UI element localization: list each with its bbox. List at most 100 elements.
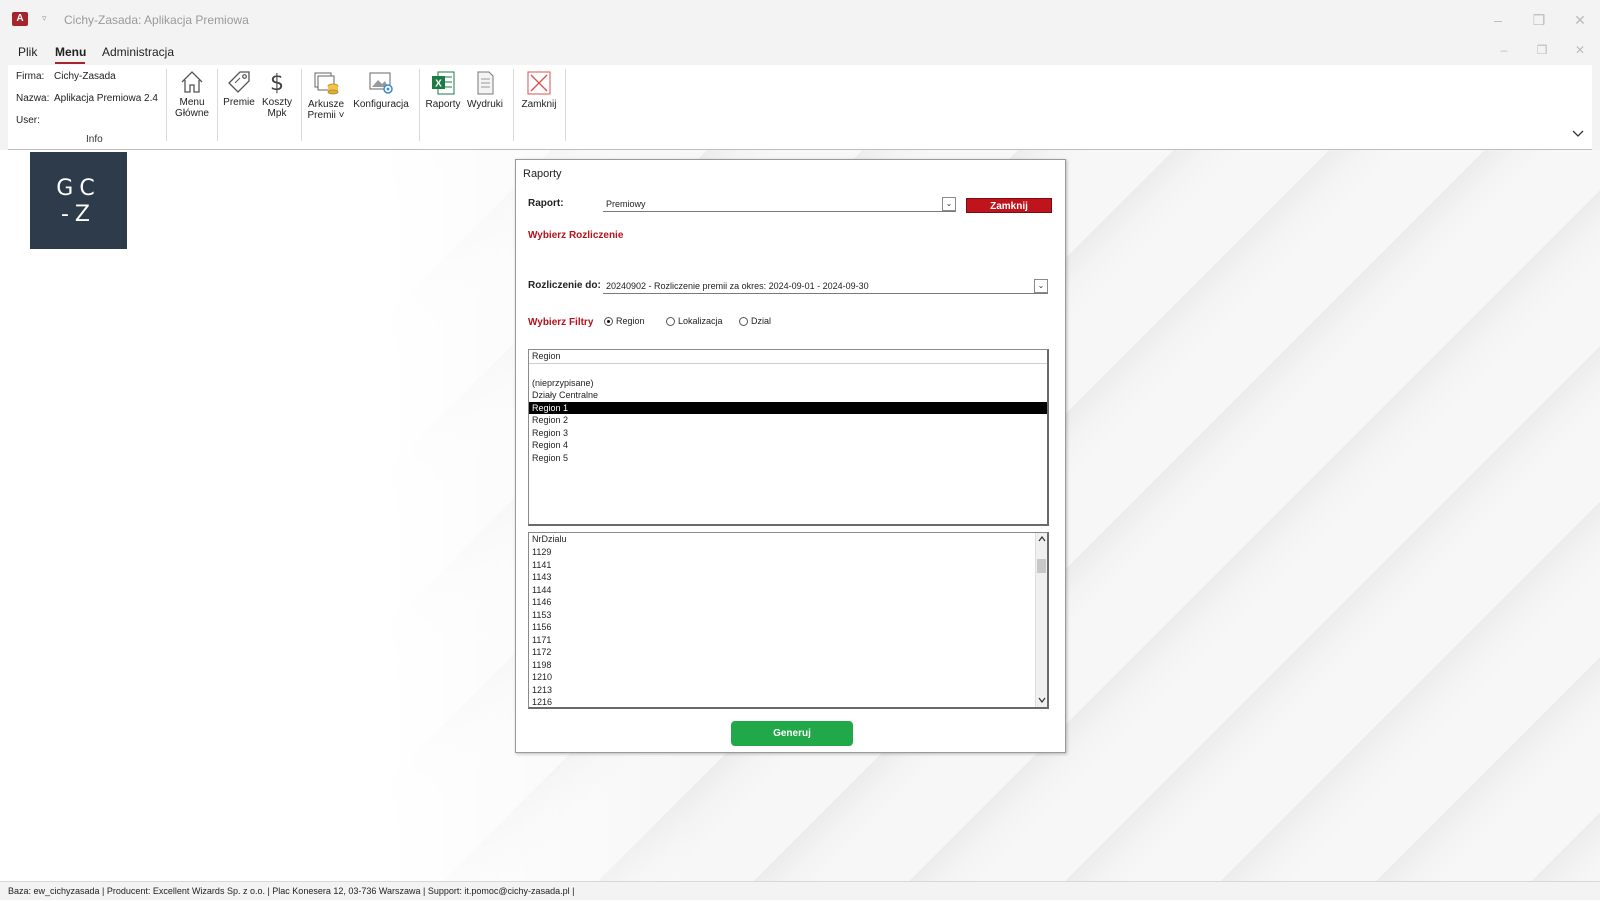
nrdzialu-scrollbar[interactable]: [1035, 533, 1047, 707]
wydruki-label: Wydruki: [466, 99, 504, 110]
document-minimize-button[interactable]: –: [1494, 43, 1514, 61]
window-restore-button[interactable]: ❒: [1529, 10, 1549, 30]
dialog-title: Raporty: [523, 168, 562, 180]
collapse-ribbon-chevron-icon[interactable]: [1572, 127, 1584, 141]
radio-lokalizacja[interactable]: Lokalizacja: [666, 316, 723, 326]
zamknij-ribbon-button[interactable]: Zamknij: [518, 69, 560, 110]
nrdzialu-listbox[interactable]: NrDzialu 1129 1141 1143 1144 1146 1153 1…: [528, 532, 1049, 709]
document-restore-button[interactable]: ❒: [1532, 43, 1552, 61]
list-item[interactable]: (nieprzypisane): [529, 377, 1047, 390]
ribbon-separator: [217, 69, 218, 141]
list-item[interactable]: Region 5: [529, 452, 1047, 465]
scroll-down-arrow-icon[interactable]: [1036, 695, 1047, 706]
document-close-button[interactable]: ✕: [1570, 43, 1590, 61]
list-item[interactable]: Region 2: [529, 414, 1047, 427]
ribbon-separator: [419, 69, 420, 141]
menu-item-administracja[interactable]: Administracja: [102, 45, 174, 59]
list-item[interactable]: 1216: [529, 696, 1047, 707]
konfiguracja-button[interactable]: Konfiguracja: [352, 69, 410, 110]
raport-combobox[interactable]: Premiowy ⌄: [603, 197, 956, 212]
scrollbar-thumb[interactable]: [1037, 559, 1046, 573]
list-item[interactable]: 1172: [529, 646, 1047, 659]
generuj-button[interactable]: Generuj: [731, 721, 853, 746]
ribbon: Firma: Cichy-Zasada Nazwa: Aplikacja Pre…: [8, 65, 1592, 150]
raporty-dialog: Raporty Raport: Premiowy ⌄ Zamknij Wybie…: [515, 159, 1066, 753]
zamknij-ribbon-label: Zamknij: [521, 99, 557, 110]
list-item-selected[interactable]: Region 1: [529, 401, 1047, 414]
list-item[interactable]: 1144: [529, 584, 1047, 597]
radio-selected-icon: [604, 317, 613, 326]
menu-item-plik[interactable]: Plik: [18, 45, 37, 59]
list-item[interactable]: Region 3: [529, 427, 1047, 440]
rozliczenie-dropdown-arrow-icon[interactable]: ⌄: [1034, 279, 1048, 293]
tag-icon: [228, 71, 250, 93]
zamknij-dialog-button[interactable]: Zamknij: [966, 198, 1052, 213]
raport-dropdown-arrow-icon[interactable]: ⌄: [942, 197, 956, 211]
access-app-icon[interactable]: A: [12, 12, 28, 26]
raporty-label: Raporty: [425, 99, 461, 110]
arkusze-premii-button[interactable]: Arkusze Premii ˅: [306, 69, 346, 121]
region-listbox[interactable]: Region (nieprzypisane) Działy Centralne …: [528, 349, 1049, 526]
logo-line-1: GC: [56, 176, 101, 201]
ribbon-separator: [166, 69, 167, 141]
info-group-caption: Info: [86, 134, 103, 145]
list-item[interactable]: 1198: [529, 659, 1047, 672]
ribbon-separator: [301, 69, 302, 141]
scroll-up-arrow-icon[interactable]: [1036, 534, 1047, 545]
nazwa-label: Nazwa:: [16, 93, 50, 104]
status-bar: Baza: ew_cichyzasada | Producent: Excell…: [0, 881, 1600, 900]
company-logo: GC -Z: [30, 152, 127, 249]
window-minimize-button[interactable]: –: [1488, 10, 1508, 30]
database-sheets-icon: [314, 72, 339, 95]
firma-label: Firma:: [16, 71, 45, 82]
list-item[interactable]: 1146: [529, 596, 1047, 609]
premie-label: Premie: [223, 97, 255, 108]
list-item[interactable]: 1141: [529, 559, 1047, 572]
menu-glowne-button[interactable]: Menu Główne: [172, 69, 212, 119]
radio-region[interactable]: Region: [604, 316, 645, 326]
koszty-mpk-label: Koszty Mpk: [261, 97, 292, 119]
list-item[interactable]: 1156: [529, 621, 1047, 634]
svg-text:$: $: [270, 71, 284, 95]
menu-bar: Plik Menu Administracja: [0, 40, 1600, 65]
list-item[interactable]: 1210: [529, 671, 1047, 684]
raport-label: Raport:: [528, 198, 564, 209]
arkusze-premii-label: Arkusze Premii ˅: [307, 99, 345, 121]
list-item[interactable]: 1143: [529, 571, 1047, 584]
list-item[interactable]: 1129: [529, 546, 1047, 559]
wydruki-button[interactable]: Wydruki: [466, 69, 504, 110]
konfiguracja-label: Konfiguracja: [353, 99, 409, 110]
list-item[interactable]: 1213: [529, 684, 1047, 697]
quick-access-dropdown-icon[interactable]: ▿: [42, 13, 47, 24]
list-item[interactable]: Region 4: [529, 439, 1047, 452]
image-settings-icon: [369, 72, 393, 94]
list-item[interactable]: [529, 364, 1047, 377]
window-title: Cichy-Zasada: Aplikacja Premiowa: [64, 13, 249, 27]
rozliczenie-label: Rozliczenie do:: [528, 280, 601, 291]
list-item[interactable]: Działy Centralne: [529, 389, 1047, 402]
radio-dzial[interactable]: Dzial: [739, 316, 771, 326]
nazwa-value: Aplikacja Premiowa 2.4: [54, 93, 158, 104]
close-window-icon: [527, 71, 551, 95]
window-close-button[interactable]: ✕: [1570, 10, 1590, 30]
active-tab-indicator: [55, 62, 85, 64]
radio-dzial-label: Dzial: [751, 316, 772, 326]
ribbon-separator: [565, 69, 566, 141]
rozliczenie-value: 20240902 - Rozliczenie premii za okres: …: [606, 281, 869, 291]
menu-glowne-label: Menu Główne: [175, 97, 209, 119]
list-item[interactable]: 1153: [529, 609, 1047, 622]
firma-value: Cichy-Zasada: [54, 71, 116, 82]
rozliczenie-combobox[interactable]: 20240902 - Rozliczenie premii za okres: …: [603, 279, 1048, 294]
home-icon: [181, 71, 203, 93]
ribbon-separator: [513, 69, 514, 141]
premie-button[interactable]: Premie: [222, 69, 256, 108]
radio-region-label: Region: [616, 316, 645, 326]
radio-unselected-icon: [739, 317, 748, 326]
koszty-mpk-button[interactable]: $ Koszty Mpk: [260, 69, 294, 119]
radio-unselected-icon: [666, 317, 675, 326]
raporty-button[interactable]: X Raporty: [424, 69, 462, 110]
menu-item-menu[interactable]: Menu: [55, 45, 86, 59]
list-item[interactable]: 1171: [529, 634, 1047, 647]
raport-value: Premiowy: [606, 199, 646, 209]
logo-line-2: -Z: [60, 202, 96, 227]
